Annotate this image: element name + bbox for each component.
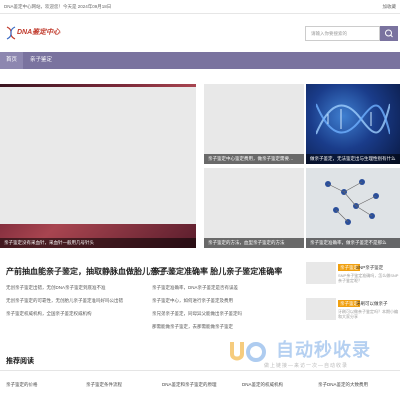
section-mid-title[interactable]: 亲子鉴定准确率 胎儿亲子鉴定准确率 (152, 266, 302, 278)
recommended-link[interactable]: DNA鉴定和亲子鉴定的原理 (162, 382, 217, 388)
section-left-title[interactable]: 产前抽血能亲子鉴定，抽取静脉血做胎儿亲子… (6, 266, 174, 278)
section-left-item[interactable]: 亲子鉴定权威机构，全国亲子鉴定权威机构 (6, 311, 146, 317)
right-bottom-caption[interactable]: 亲子鉴定准确率，做亲子鉴定不是那么 (306, 238, 400, 248)
featured-right-top-image[interactable]: 做亲子鉴定，无法鉴定出与生理性别有什么 (306, 84, 400, 164)
right-top-caption[interactable]: 做亲子鉴定，无法鉴定出与生理性别有什么 (306, 154, 400, 164)
watermark-text: 自动秒收录 (276, 340, 371, 360)
search-icon (385, 29, 393, 38)
section-mid-item[interactable]: 亲子鉴定中心，如何进行亲子鉴定及费用 (152, 298, 302, 304)
site-header: DNA鉴定中心 请输入你要搜索的 (0, 14, 400, 52)
welcome-text: DNA鉴定中心网站，欢迎您！今天是 2024年09月18日 (4, 4, 112, 9)
dna-helix-image (316, 103, 390, 135)
recommended-link[interactable]: DNA鉴定的权威机构 (242, 382, 283, 388)
featured-main-image[interactable]: 亲子鉴定没有采血针，采血针一般用几号针头 (0, 84, 196, 248)
list-item-title[interactable]: SNP亲子鉴定 (356, 264, 383, 271)
list-item-thumbnail[interactable] (306, 262, 336, 284)
list-item-desc: 牙刷可以做亲子鉴定吗？本期小编和大家分享 (338, 309, 398, 319)
list-item[interactable]: 亲子鉴定 牙刷可以做亲子 牙刷可以做亲子鉴定吗？本期小编和大家分享 (306, 298, 400, 328)
list-item[interactable]: 亲子鉴定 SNP亲子鉴定 SNP亲子鉴定准确吗，怎么做SNP亲子鉴定呢？ (306, 262, 400, 292)
watermark-logo-icon (230, 342, 266, 362)
list-item-desc: SNP亲子鉴定准确吗，怎么做SNP亲子鉴定呢？ (338, 273, 399, 283)
section-mid-item[interactable]: 那需能做亲子鉴定，去那需能做亲子鉴定 (152, 324, 302, 330)
search-input[interactable]: 请输入你要搜索的 (305, 26, 380, 41)
featured-mid-top-image[interactable]: 亲子鉴定中心鉴定费用，做亲子鉴定需要… (204, 84, 304, 164)
section-mid-item[interactable]: 亲子鉴定准确率，DNA亲子鉴定是否有误差 (152, 285, 302, 291)
main-nav: 首页 亲子鉴定 (0, 52, 400, 69)
nav-item-home[interactable]: 首页 (0, 52, 24, 69)
article-section-left: 产前抽血能亲子鉴定，抽取静脉血做胎儿亲子… 无创亲子鉴定出错，无创DNA亲子鉴定… (6, 266, 174, 317)
divider (0, 370, 400, 371)
site-logo[interactable]: DNA鉴定中心 (5, 26, 61, 40)
search-button[interactable] (380, 26, 398, 41)
molecule-diagram-image (325, 179, 379, 225)
add-favorite-link[interactable]: 加收藏 (383, 0, 397, 13)
recommended-link[interactable]: 亲子鉴定的价格 (6, 382, 38, 388)
dna-logo-icon (6, 26, 16, 40)
logo-text: DNA鉴定中心 (17, 29, 61, 36)
recommended-title: 推荐阅读 (6, 358, 34, 365)
list-item-title[interactable]: 牙刷可以做亲子 (356, 300, 388, 307)
section-left-item[interactable]: 无创亲子鉴定的可靠性，无创胎儿亲子鉴定准吗好吗公出错 (6, 298, 146, 304)
featured-mid-bottom-image[interactable]: 亲子鉴定的方法，血型亲子鉴定的方法 (204, 168, 304, 248)
featured-right-bottom-image[interactable]: 亲子鉴定准确率，做亲子鉴定不是那么 (306, 168, 400, 248)
list-item-thumbnail[interactable] (306, 298, 336, 320)
nav-item-paternity-test[interactable]: 亲子鉴定 (24, 52, 58, 69)
section-left-item[interactable]: 无创亲子鉴定出错，无创DNA亲子鉴定到底准不准 (6, 285, 146, 291)
recommended-link[interactable]: 亲子鉴定条件流程 (86, 382, 122, 388)
recommended-link[interactable]: 亲子DNA鉴定的大致费用 (318, 382, 368, 388)
article-section-middle: 亲子鉴定准确率 胎儿亲子鉴定准确率 亲子鉴定准确率，DNA亲子鉴定是否有误差 亲… (152, 266, 302, 330)
mid-bottom-caption[interactable]: 亲子鉴定的方法，血型亲子鉴定的方法 (204, 238, 304, 248)
top-bar: DNA鉴定中心网站，欢迎您！今天是 2024年09月18日 加收藏 (0, 0, 400, 14)
main-image-overlay (0, 87, 196, 224)
watermark-subtext: 做上链接—来访一次—自动收录 (264, 363, 349, 369)
main-caption[interactable]: 亲子鉴定没有采血针，采血针一般用几号针头 (0, 238, 196, 248)
right-article-list: 亲子鉴定 SNP亲子鉴定 SNP亲子鉴定准确吗，怎么做SNP亲子鉴定呢？ 亲子鉴… (306, 262, 400, 334)
section-mid-item[interactable]: 亲兄弟亲子鉴定，同母异父能做出亲子鉴定吗 (152, 311, 302, 317)
mid-top-caption[interactable]: 亲子鉴定中心鉴定费用，做亲子鉴定需要… (204, 154, 304, 164)
